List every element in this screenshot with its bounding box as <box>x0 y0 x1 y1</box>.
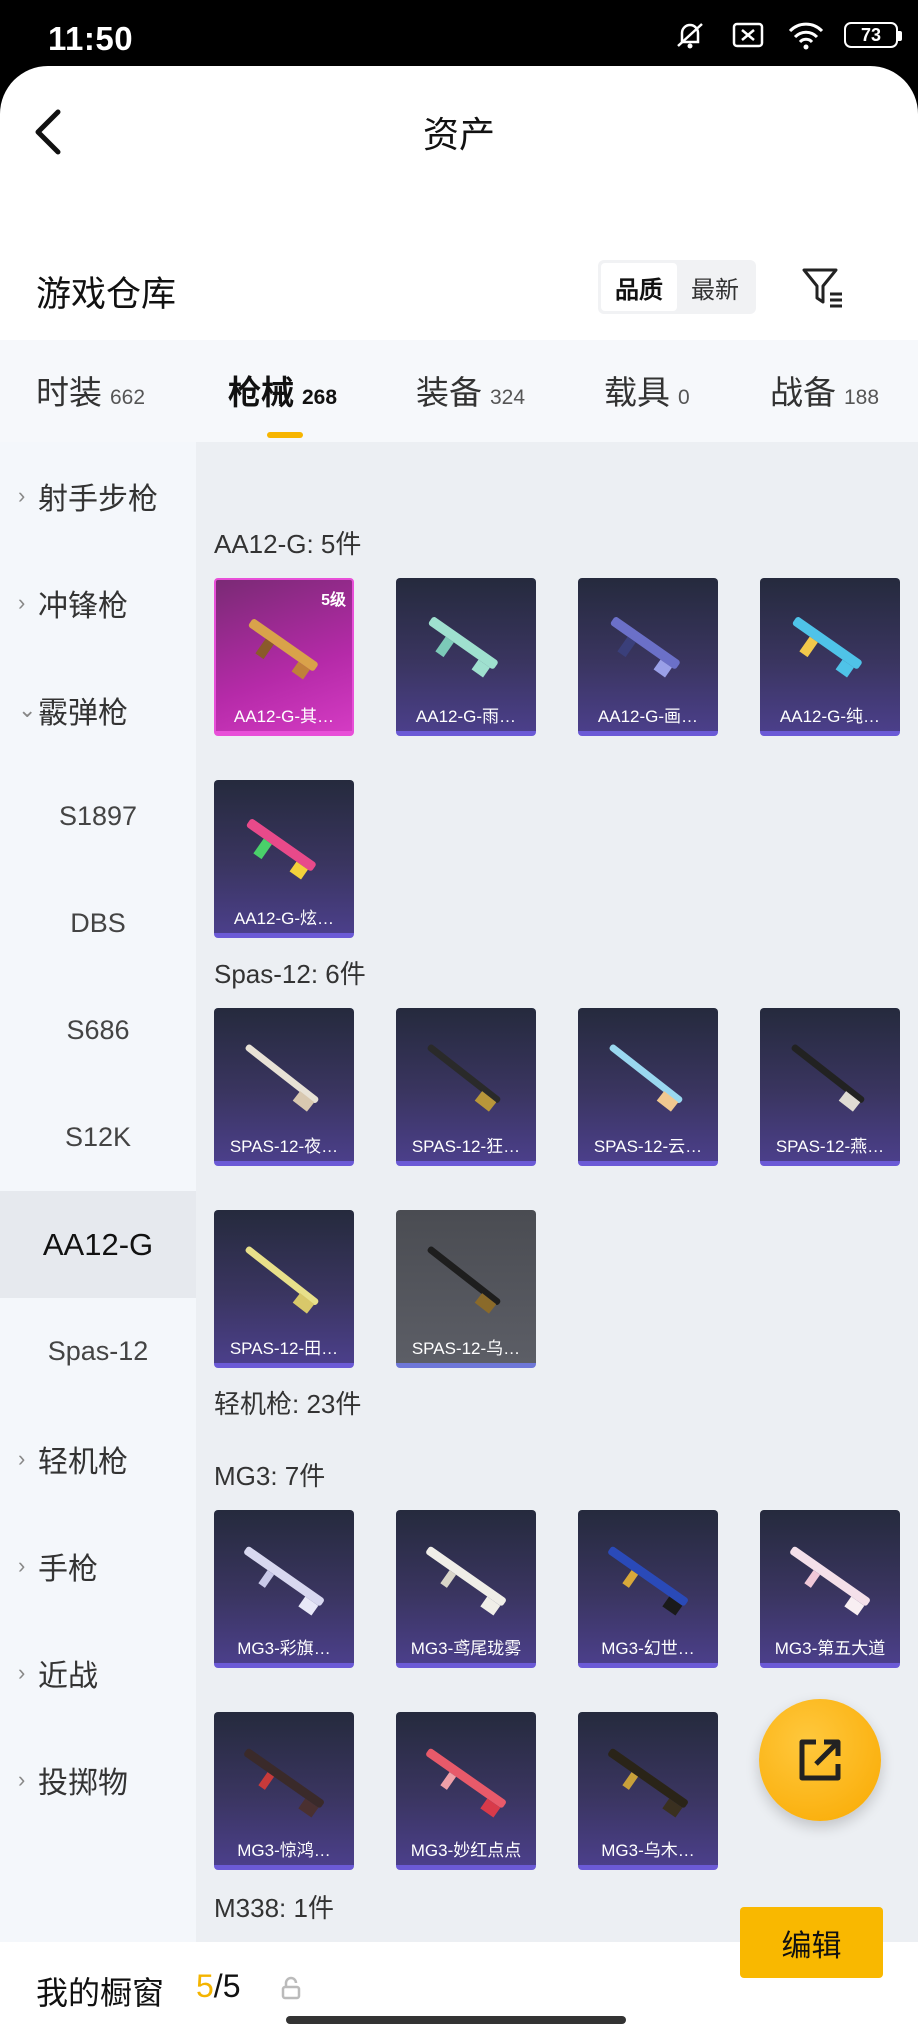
section-title-aa12g: AA12-G: 5件 <box>214 529 362 559</box>
sidebar-item-smg[interactable]: › 冲锋枪 <box>0 549 196 656</box>
sidebar-item-s1897[interactable]: S1897 <box>0 763 196 870</box>
sidebar-item-lmg[interactable]: › 轻机枪 <box>0 1405 196 1512</box>
gun-skin-icon <box>426 1748 506 1818</box>
weapon-card[interactable]: MG3-乌木… <box>578 1712 718 1870</box>
sidebar-item-pistol[interactable]: › 手枪 <box>0 1512 196 1619</box>
weapon-card[interactable]: 5级 AA12-G-其… <box>214 578 354 736</box>
chevron-down-icon: ⌄ <box>18 696 37 722</box>
weapon-card[interactable]: SPAS-12-云… <box>578 1008 718 1166</box>
gun-skin-icon <box>608 1546 688 1616</box>
chevron-right-icon: › <box>18 589 26 615</box>
gun-skin-icon <box>245 1044 319 1112</box>
sidebar-item-aa12g[interactable]: AA12-G <box>0 1191 196 1298</box>
lock-icon <box>280 1976 302 2000</box>
section-title-m338: M338: 1件 <box>214 1893 334 1923</box>
showcase-label: 我的橱窗 <box>36 1975 165 2011</box>
weapon-card[interactable]: SPAS-12-乌… <box>396 1210 536 1368</box>
share-button[interactable] <box>759 1699 881 1821</box>
filter-button[interactable] <box>800 264 846 310</box>
sort-latest-button[interactable]: 最新 <box>677 263 753 311</box>
weapon-card[interactable]: MG3-惊鸿… <box>214 1712 354 1870</box>
weapon-card[interactable]: AA12-G-画… <box>578 578 718 736</box>
wifi-icon <box>786 20 826 50</box>
chevron-right-icon: › <box>18 1445 26 1471</box>
gun-skin-icon <box>428 617 498 678</box>
weapon-card[interactable]: AA12-G-雨… <box>396 578 536 736</box>
chevron-right-icon: › <box>18 1766 26 1792</box>
edit-button[interactable]: 编辑 <box>740 1907 883 1978</box>
tab-firearms[interactable]: 枪械 268 <box>228 366 337 414</box>
weapon-card[interactable]: AA12-G-纯… <box>760 578 900 736</box>
sidebar-item-melee[interactable]: › 近战 <box>0 1619 196 1726</box>
gun-skin-icon <box>245 1246 319 1314</box>
filter-icon <box>802 268 842 308</box>
chevron-right-icon: › <box>18 1659 26 1685</box>
weapon-card[interactable]: SPAS-12-狂… <box>396 1008 536 1166</box>
gun-skin-icon <box>244 1546 324 1616</box>
page-title: 资产 <box>422 114 495 155</box>
external-link-icon <box>799 1739 841 1781</box>
sidebar-item-throwables[interactable]: › 投掷物 <box>0 1726 196 1833</box>
gun-skin-icon <box>792 617 862 678</box>
section-title-mg3: MG3: 7件 <box>214 1461 326 1491</box>
level-badge: 5级 <box>321 592 346 609</box>
weapon-card[interactable]: MG3-鸢尾珑雾 <box>396 1510 536 1668</box>
weapon-card[interactable]: MG3-幻世… <box>578 1510 718 1668</box>
no-sim-icon <box>728 20 768 50</box>
gun-skin-icon <box>427 1246 501 1314</box>
app-screen: 资产 游戏仓库 品质 最新 时装 662 枪械 268 装备 324 载具 0 战备 18… <box>0 66 918 2040</box>
tab-supplies[interactable]: 战备 188 <box>770 366 879 414</box>
gun-skin-icon <box>790 1546 870 1616</box>
showcase-count: 5/5 <box>196 1968 241 2004</box>
gun-skin-icon <box>609 1044 683 1112</box>
gun-skin-icon <box>427 1044 501 1112</box>
weapon-card[interactable]: SPAS-12-夜… <box>214 1008 354 1166</box>
weapon-card[interactable]: MG3-妙红点点 <box>396 1712 536 1870</box>
gun-skin-icon <box>248 619 318 680</box>
gun-skin-icon <box>426 1546 506 1616</box>
weapon-card[interactable]: MG3-彩旗… <box>214 1510 354 1668</box>
sort-toggle: 品质 最新 <box>598 260 756 314</box>
weapon-card[interactable]: AA12-G-炫… <box>214 780 354 938</box>
sidebar-item-s12k[interactable]: S12K <box>0 1084 196 1191</box>
category-tabs: 时装 662 枪械 268 装备 324 载具 0 战备 188 <box>0 340 918 442</box>
sidebar-item-marksman-rifle[interactable]: › 射手步枪 <box>0 442 196 549</box>
warehouse-title: 游戏仓库 <box>36 275 177 314</box>
chevron-right-icon: › <box>18 482 26 508</box>
battery-icon: 73 <box>844 22 902 48</box>
gun-skin-icon <box>610 617 680 678</box>
gun-skin-icon <box>608 1748 688 1818</box>
status-bar: 11:50 73 <box>0 0 918 66</box>
tab-fashion[interactable]: 时装 662 <box>36 366 145 414</box>
sidebar-item-s686[interactable]: S686 <box>0 977 196 1084</box>
tab-vehicles[interactable]: 载具 0 <box>604 366 690 414</box>
gun-skin-icon <box>244 1748 324 1818</box>
section-title-lmg: 轻机枪: 23件 <box>214 1389 362 1419</box>
sort-quality-button[interactable]: 品质 <box>601 263 677 311</box>
weapon-card[interactable]: SPAS-12-田… <box>214 1210 354 1368</box>
chevron-right-icon: › <box>18 1552 26 1578</box>
section-title-spas12: Spas-12: 6件 <box>214 959 366 989</box>
gun-skin-icon <box>246 819 316 880</box>
sidebar-item-spas12[interactable]: Spas-12 <box>0 1298 196 1405</box>
gun-skin-icon <box>791 1044 865 1112</box>
mute-icon <box>670 20 710 50</box>
weapon-card[interactable]: MG3-第五大道 <box>760 1510 900 1668</box>
active-tab-indicator <box>267 432 303 438</box>
status-time: 11:50 <box>48 20 134 57</box>
weapon-type-sidebar: › 射手步枪 › 冲锋枪 ⌄ 霰弹枪 S1897 DBS S686 S12K AA12… <box>0 442 196 1942</box>
tab-equipment[interactable]: 装备 324 <box>416 366 525 414</box>
nav-bar: 资产 <box>0 66 918 196</box>
sidebar-item-dbs[interactable]: DBS <box>0 870 196 977</box>
home-indicator[interactable] <box>286 2016 626 2024</box>
sidebar-item-shotgun[interactable]: ⌄ 霰弹枪 <box>0 656 196 763</box>
weapon-card[interactable]: SPAS-12-燕… <box>760 1008 900 1166</box>
